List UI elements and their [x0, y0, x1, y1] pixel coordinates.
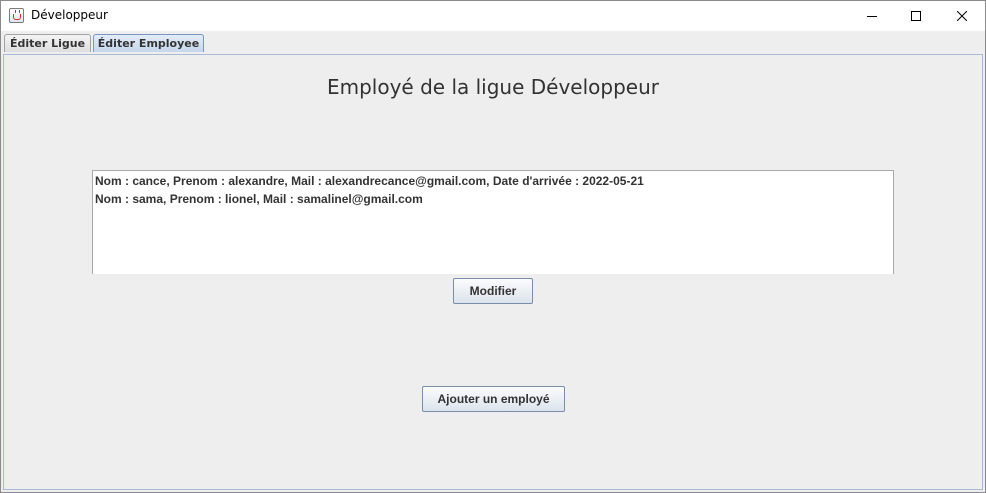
application-window: Développeur Éditer Ligue Éditer Employee… — [0, 0, 986, 493]
list-item[interactable]: Nom : sama, Prenom : lionel, Mail : sama… — [93, 190, 893, 208]
window-title: Développeur — [31, 8, 108, 22]
tab-editer-employee[interactable]: Éditer Employee — [93, 34, 204, 52]
page-title: Employé de la ligue Développeur — [326, 75, 659, 99]
list-item[interactable]: Nom : cance, Prenom : alexandre, Mail : … — [93, 172, 893, 190]
tab-strip: Éditer Ligue Éditer Employee — [1, 31, 985, 54]
modify-button[interactable]: Modifier — [453, 278, 533, 304]
maximize-button[interactable] — [893, 1, 939, 31]
tab-editer-ligue[interactable]: Éditer Ligue — [4, 34, 91, 52]
close-button[interactable] — [939, 1, 985, 31]
minimize-icon — [867, 16, 877, 17]
maximize-icon — [911, 11, 921, 21]
minimize-button[interactable] — [849, 1, 895, 31]
add-employee-button[interactable]: Ajouter un employé — [422, 386, 565, 412]
employee-list[interactable]: Nom : cance, Prenom : alexandre, Mail : … — [92, 170, 894, 274]
close-icon — [957, 11, 967, 21]
java-cup-icon — [9, 8, 24, 23]
title-bar[interactable]: Développeur — [1, 1, 985, 31]
tab-content-panel: Employé de la ligue Développeur Nom : ca… — [3, 54, 983, 490]
